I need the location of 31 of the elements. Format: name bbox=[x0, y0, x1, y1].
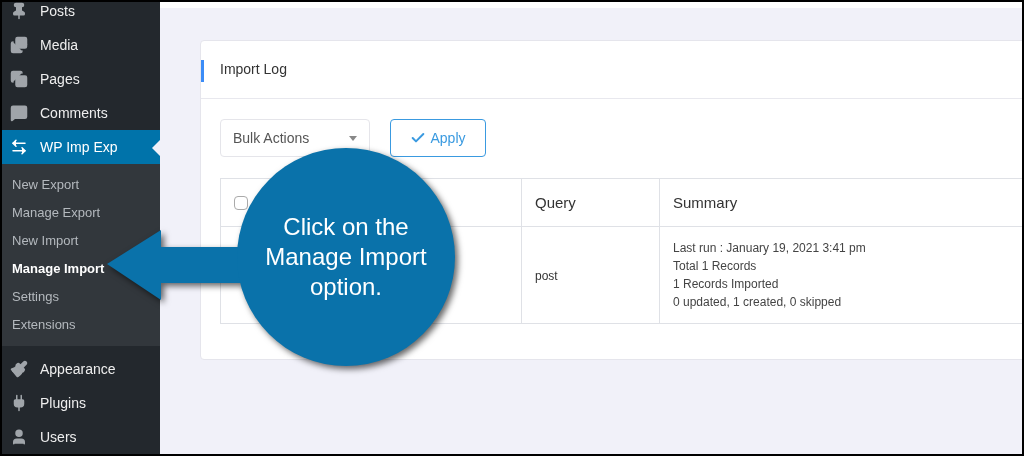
column-header: Summary bbox=[673, 193, 738, 211]
sidebar-item[interactable]: Users bbox=[2, 420, 160, 454]
summary-line: Total 1 Records bbox=[673, 258, 758, 275]
sidebar-item[interactable]: Plugins bbox=[2, 386, 160, 420]
summary-line: 0 updated, 1 created, 0 skipped bbox=[673, 294, 843, 311]
select-all-checkbox[interactable] bbox=[234, 195, 248, 210]
summary-line: Last run : January 19, 2021 3:41 pm bbox=[673, 240, 867, 257]
accent-bar bbox=[201, 60, 204, 82]
arrows-icon bbox=[10, 138, 28, 156]
sidebar-item[interactable]: Posts bbox=[2, 2, 160, 28]
submenu-item[interactable]: New Export bbox=[2, 171, 160, 199]
sidebar-item[interactable]: Appearance bbox=[2, 352, 160, 386]
current-pointer-icon bbox=[152, 140, 160, 156]
submenu-item[interactable]: Extensions bbox=[2, 311, 160, 339]
user-icon bbox=[10, 428, 28, 446]
table-cell: post bbox=[535, 269, 558, 283]
caret-icon bbox=[349, 135, 357, 141]
sidebar-item[interactable]: Comments bbox=[2, 96, 160, 130]
summary-line: 1 Records Imported bbox=[673, 276, 780, 293]
speech-bubble-icon bbox=[10, 104, 28, 122]
callout-text: Click on the Manage Import option. bbox=[264, 212, 428, 302]
sidebar-item[interactable]: WP Imp Exp bbox=[2, 130, 160, 164]
card-title: Import Log bbox=[220, 60, 287, 79]
pushpin-icon bbox=[10, 2, 28, 20]
sidebar-item[interactable]: Media bbox=[2, 28, 160, 62]
media-icon bbox=[10, 36, 28, 54]
paintbrush-icon bbox=[10, 360, 28, 378]
pages-icon bbox=[10, 70, 28, 88]
sidebar-item[interactable]: Pages bbox=[2, 62, 160, 96]
column-header: Query bbox=[535, 193, 576, 211]
submenu-item[interactable]: Manage Export bbox=[2, 199, 160, 227]
